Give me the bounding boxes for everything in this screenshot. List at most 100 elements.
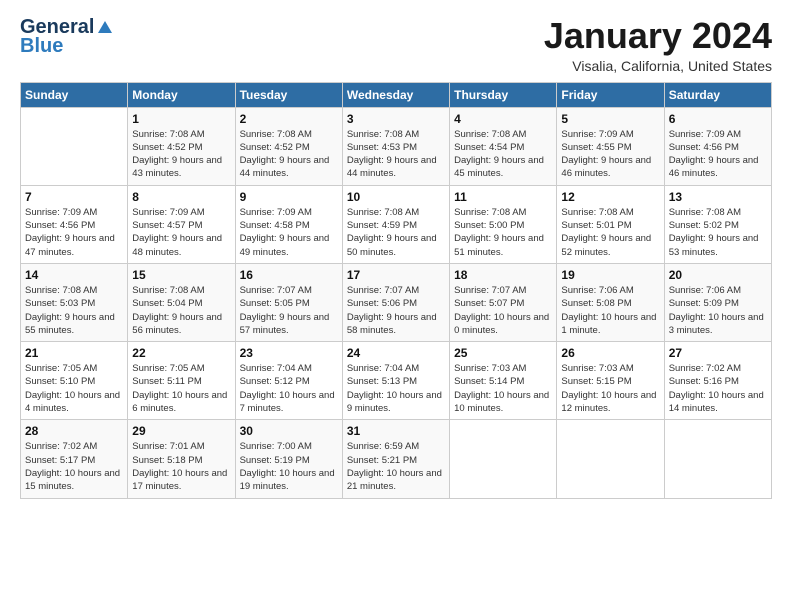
day-cell: 31 Sunrise: 6:59 AMSunset: 5:21 PMDayligh… [342,420,449,498]
day-number: 27 [669,346,767,360]
logo-blue: Blue [20,35,63,58]
day-info: Sunrise: 7:07 AMSunset: 5:05 PMDaylight:… [240,285,330,336]
day-info: Sunrise: 7:08 AMSunset: 5:04 PMDaylight:… [132,285,222,336]
day-info: Sunrise: 7:08 AMSunset: 5:03 PMDaylight:… [25,285,115,336]
day-info: Sunrise: 7:08 AMSunset: 4:52 PMDaylight:… [240,129,330,180]
day-cell: 1Sunrise: 7:08 AMSunset: 4:52 PMDaylight… [128,107,235,185]
day-cell: 10 Sunrise: 7:08 AMSunset: 4:59 PMDayligh… [342,185,449,263]
col-monday: Monday [128,82,235,107]
day-cell: 17 Sunrise: 7:07 AMSunset: 5:06 PMDayligh… [342,263,449,341]
day-number: 17 [347,268,445,282]
day-cell: 4 Sunrise: 7:08 AMSunset: 4:54 PMDaylight… [450,107,557,185]
day-info: Sunrise: 7:04 AMSunset: 5:12 PMDaylight:… [240,363,335,414]
day-info: Sunrise: 7:09 AMSunset: 4:55 PMDaylight:… [561,129,651,180]
logo-icon [96,19,114,37]
day-number: 29 [132,424,230,438]
day-info: Sunrise: 7:07 AMSunset: 5:06 PMDaylight:… [347,285,437,336]
day-cell: 21Sunrise: 7:05 AMSunset: 5:10 PMDayligh… [21,342,128,420]
week-row-4: 28 Sunrise: 7:02 AMSunset: 5:17 PMDayligh… [21,420,772,498]
day-info: Sunrise: 7:05 AMSunset: 5:11 PMDaylight:… [132,363,227,414]
day-info: Sunrise: 7:08 AMSunset: 5:01 PMDaylight:… [561,207,651,258]
page-container: General Blue January 2024 Visalia, Calif… [0,0,792,509]
header-row-days: Sunday Monday Tuesday Wednesday Thursday… [21,82,772,107]
day-number: 23 [240,346,338,360]
day-cell: 13Sunrise: 7:08 AMSunset: 5:02 PMDayligh… [664,185,771,263]
day-cell: 22Sunrise: 7:05 AMSunset: 5:11 PMDayligh… [128,342,235,420]
day-info: Sunrise: 7:09 AMSunset: 4:56 PMDaylight:… [669,129,759,180]
day-info: Sunrise: 7:02 AMSunset: 5:17 PMDaylight:… [25,441,120,492]
header-row: General Blue January 2024 Visalia, Calif… [20,16,772,74]
day-number: 16 [240,268,338,282]
subtitle: Visalia, California, United States [544,58,772,74]
day-number: 24 [347,346,445,360]
day-info: Sunrise: 7:04 AMSunset: 5:13 PMDaylight:… [347,363,442,414]
week-row-2: 14 Sunrise: 7:08 AMSunset: 5:03 PMDayligh… [21,263,772,341]
logo: General Blue [20,16,114,58]
day-info: Sunrise: 7:07 AMSunset: 5:07 PMDaylight:… [454,285,549,336]
day-cell: 24 Sunrise: 7:04 AMSunset: 5:13 PMDayligh… [342,342,449,420]
day-number: 21 [25,346,123,360]
col-tuesday: Tuesday [235,82,342,107]
day-cell [21,107,128,185]
day-info: Sunrise: 7:03 AMSunset: 5:15 PMDaylight:… [561,363,656,414]
col-thursday: Thursday [450,82,557,107]
day-number: 12 [561,190,659,204]
day-info: Sunrise: 6:59 AMSunset: 5:21 PMDaylight:… [347,441,442,492]
day-cell: 12 Sunrise: 7:08 AMSunset: 5:01 PMDayligh… [557,185,664,263]
day-info: Sunrise: 7:01 AMSunset: 5:18 PMDaylight:… [132,441,227,492]
month-title: January 2024 [544,16,772,56]
day-number: 11 [454,190,552,204]
day-number: 28 [25,424,123,438]
day-number: 13 [669,190,767,204]
day-number: 31 [347,424,445,438]
day-cell: 2 Sunrise: 7:08 AMSunset: 4:52 PMDaylight… [235,107,342,185]
day-cell [450,420,557,498]
day-cell: 8 Sunrise: 7:09 AMSunset: 4:57 PMDaylight… [128,185,235,263]
day-cell: 30Sunrise: 7:00 AMSunset: 5:19 PMDayligh… [235,420,342,498]
day-info: Sunrise: 7:09 AMSunset: 4:58 PMDaylight:… [240,207,330,258]
week-row-3: 21Sunrise: 7:05 AMSunset: 5:10 PMDayligh… [21,342,772,420]
calendar-table: Sunday Monday Tuesday Wednesday Thursday… [20,82,772,499]
day-cell: 19 Sunrise: 7:06 AMSunset: 5:08 PMDayligh… [557,263,664,341]
day-cell: 26 Sunrise: 7:03 AMSunset: 5:15 PMDayligh… [557,342,664,420]
day-cell: 7Sunrise: 7:09 AMSunset: 4:56 PMDaylight… [21,185,128,263]
day-cell: 23 Sunrise: 7:04 AMSunset: 5:12 PMDayligh… [235,342,342,420]
day-cell: 18 Sunrise: 7:07 AMSunset: 5:07 PMDayligh… [450,263,557,341]
day-info: Sunrise: 7:08 AMSunset: 4:52 PMDaylight:… [132,129,222,180]
day-info: Sunrise: 7:03 AMSunset: 5:14 PMDaylight:… [454,363,549,414]
day-info: Sunrise: 7:08 AMSunset: 4:53 PMDaylight:… [347,129,437,180]
day-cell: 15Sunrise: 7:08 AMSunset: 5:04 PMDayligh… [128,263,235,341]
day-cell: 28 Sunrise: 7:02 AMSunset: 5:17 PMDayligh… [21,420,128,498]
day-info: Sunrise: 7:08 AMSunset: 4:59 PMDaylight:… [347,207,437,258]
day-cell: 27 Sunrise: 7:02 AMSunset: 5:16 PMDayligh… [664,342,771,420]
day-number: 20 [669,268,767,282]
day-cell: 14 Sunrise: 7:08 AMSunset: 5:03 PMDayligh… [21,263,128,341]
day-number: 26 [561,346,659,360]
day-number: 5 [561,112,659,126]
week-row-1: 7Sunrise: 7:09 AMSunset: 4:56 PMDaylight… [21,185,772,263]
day-info: Sunrise: 7:02 AMSunset: 5:16 PMDaylight:… [669,363,764,414]
day-number: 9 [240,190,338,204]
day-number: 7 [25,190,123,204]
day-info: Sunrise: 7:06 AMSunset: 5:08 PMDaylight:… [561,285,656,336]
day-cell: 3 Sunrise: 7:08 AMSunset: 4:53 PMDaylight… [342,107,449,185]
day-cell: 6Sunrise: 7:09 AMSunset: 4:56 PMDaylight… [664,107,771,185]
day-cell: 20 Sunrise: 7:06 AMSunset: 5:09 PMDayligh… [664,263,771,341]
day-info: Sunrise: 7:08 AMSunset: 4:54 PMDaylight:… [454,129,544,180]
day-info: Sunrise: 7:00 AMSunset: 5:19 PMDaylight:… [240,441,335,492]
col-friday: Friday [557,82,664,107]
day-number: 4 [454,112,552,126]
day-cell: 29 Sunrise: 7:01 AMSunset: 5:18 PMDayligh… [128,420,235,498]
day-number: 3 [347,112,445,126]
day-info: Sunrise: 7:09 AMSunset: 4:57 PMDaylight:… [132,207,222,258]
day-cell: 16 Sunrise: 7:07 AMSunset: 5:05 PMDayligh… [235,263,342,341]
day-number: 18 [454,268,552,282]
day-number: 8 [132,190,230,204]
day-info: Sunrise: 7:06 AMSunset: 5:09 PMDaylight:… [669,285,764,336]
day-cell [557,420,664,498]
day-number: 2 [240,112,338,126]
col-sunday: Sunday [21,82,128,107]
day-number: 10 [347,190,445,204]
day-number: 19 [561,268,659,282]
day-number: 14 [25,268,123,282]
